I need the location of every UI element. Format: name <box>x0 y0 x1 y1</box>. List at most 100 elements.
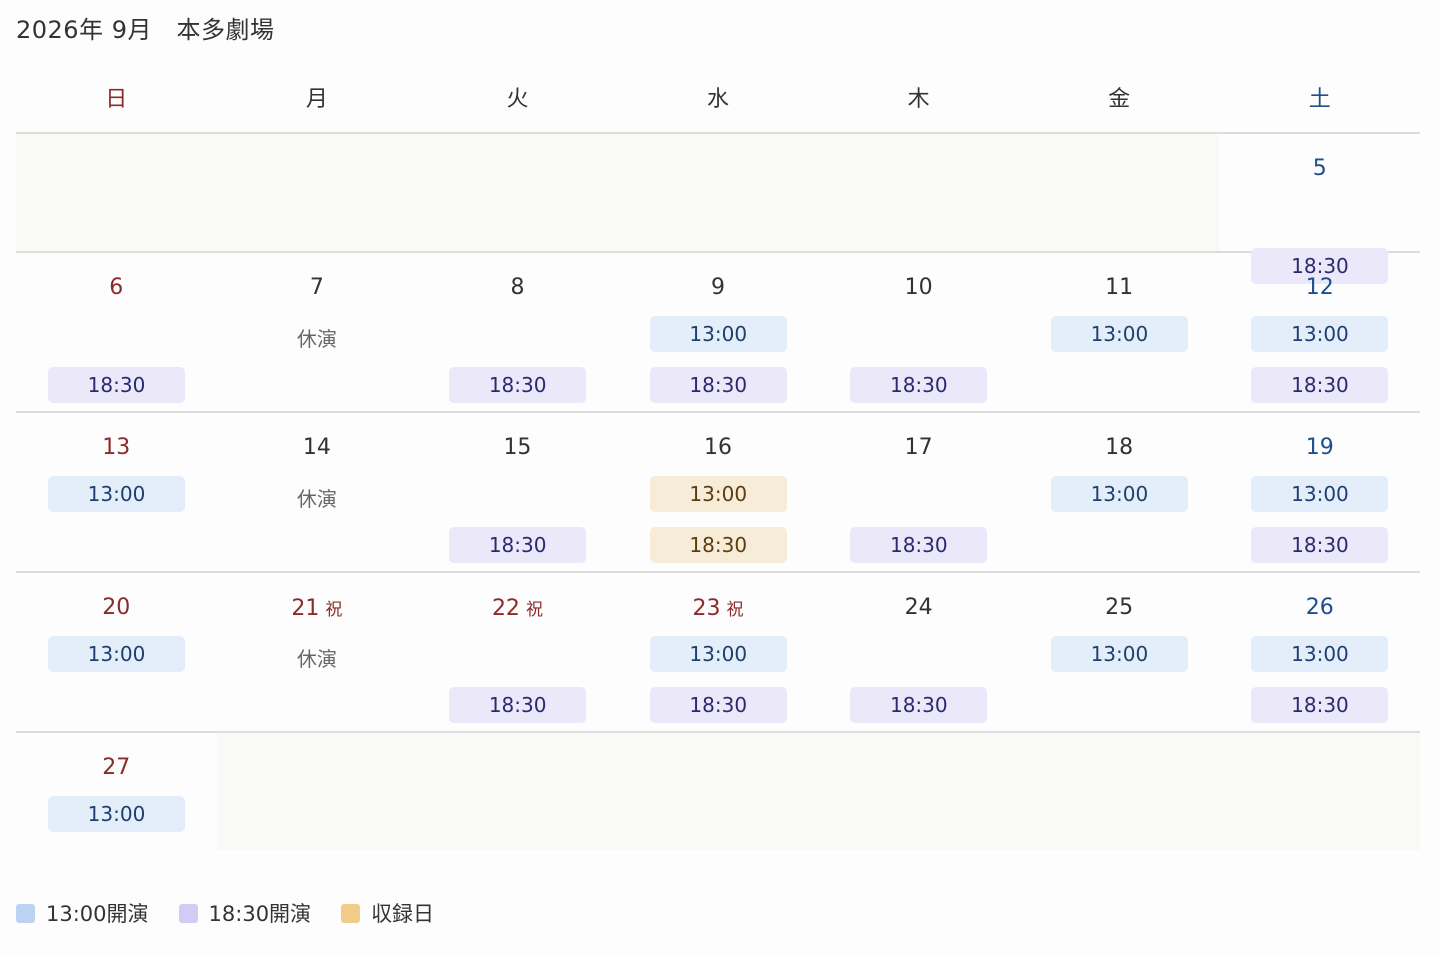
holiday-mark: 祝 <box>525 600 543 620</box>
performance-slot[interactable]: 18:30 <box>850 527 988 563</box>
day-number-text: 25 <box>1105 595 1134 620</box>
performance-slot[interactable]: 18:30 <box>1251 687 1389 723</box>
day-number-text: 14 <box>302 435 331 460</box>
empty-day-cell <box>1018 733 1220 850</box>
day-cell: 5 18:30 <box>1219 134 1420 284</box>
day-number-text: 13 <box>102 435 131 460</box>
performance-slot[interactable]: 13:00 <box>1251 636 1389 672</box>
day-cell: 22 祝 18:30 <box>417 573 618 731</box>
day-number-text: 21 <box>291 596 320 621</box>
performance-slot[interactable]: 13:00 <box>1251 476 1389 512</box>
day-number-text: 6 <box>109 275 124 300</box>
performance-slot[interactable]: 13:00 <box>48 636 185 672</box>
performance-slot[interactable]: 13:00 <box>1251 316 1389 352</box>
performance-slot[interactable]: 18:30 <box>649 687 787 723</box>
performance-slot[interactable]: 18:30 <box>649 367 787 403</box>
day-number-text: 22 <box>491 596 520 621</box>
day-number: 17 <box>818 435 1019 460</box>
performance-slot[interactable]: 18:30 <box>850 687 988 723</box>
day-cell: 11 13:00 <box>1019 253 1220 411</box>
weekday-header: 日月火水木金土 <box>16 66 1420 134</box>
closed-label: 休演 <box>296 647 337 671</box>
day-number: 27 <box>16 755 217 780</box>
performance-slot[interactable]: 18:30 <box>1251 527 1389 563</box>
empty-day-cell <box>216 134 418 251</box>
empty-day-cell <box>617 134 819 251</box>
day-cell: 14 休演 <box>217 413 418 571</box>
day-number: 7 <box>217 275 418 300</box>
performance-slot[interactable]: 18:30 <box>649 527 787 563</box>
day-number: 21 祝 <box>217 595 418 621</box>
day-cell: 23 祝 13:00 18:30 <box>618 573 819 731</box>
day-cell: 26 13:00 18:30 <box>1219 573 1420 731</box>
day-number-text: 18 <box>1105 435 1134 460</box>
day-number-text: 16 <box>704 435 733 460</box>
calendar-weeks: 5 18:30 6 18:30 7 休演 8 18:30 9 13:00 18:30 10 18:30 1… <box>16 134 1421 850</box>
day-number-text: 27 <box>102 755 131 780</box>
performance-slot[interactable]: 18:30 <box>1251 367 1389 403</box>
day-number-text: 20 <box>102 595 131 620</box>
empty-day-cell <box>417 733 618 850</box>
day-cell: 8 18:30 <box>417 253 618 411</box>
performance-slot[interactable]: 18:30 <box>850 367 988 403</box>
day-number: 24 <box>818 595 1019 620</box>
performance-slot[interactable]: 13:00 <box>649 636 787 672</box>
legend-label: 18:30開演 <box>208 902 312 926</box>
day-cell: 16 13:00 18:30 <box>618 413 819 571</box>
legend-swatch <box>16 903 35 923</box>
performance-slot[interactable]: 13:00 <box>1050 316 1188 352</box>
day-cell: 25 13:00 <box>1019 573 1220 731</box>
day-number-text: 24 <box>904 595 933 620</box>
legend: 13:00開演 18:30開演 収録日 <box>16 898 434 928</box>
legend-swatch <box>178 903 198 923</box>
performance-slot[interactable]: 18:30 <box>449 367 587 403</box>
performance-slot[interactable]: 13:00 <box>1050 476 1188 512</box>
weekday-label: 火 <box>506 87 529 112</box>
day-cell: 18 13:00 <box>1019 413 1220 571</box>
day-number: 8 <box>417 275 618 300</box>
day-cell: 19 13:00 18:30 <box>1219 413 1420 571</box>
performance-slot[interactable]: 13:00 <box>649 316 787 352</box>
day-cell: 17 18:30 <box>818 413 1019 571</box>
weekday-label: 日 <box>105 87 128 112</box>
day-number-text: 8 <box>510 275 525 300</box>
holiday-mark: 祝 <box>726 600 744 620</box>
day-number: 19 <box>1219 435 1420 460</box>
empty-day-cell <box>818 134 1019 251</box>
empty-day-cell <box>818 733 1019 850</box>
performance-slot[interactable]: 13:00 <box>48 476 185 512</box>
performance-slot[interactable]: 18:30 <box>48 367 185 403</box>
day-number: 23 祝 <box>618 595 819 621</box>
empty-day-cell <box>417 134 618 251</box>
closed-label: 休演 <box>296 487 337 511</box>
day-number: 20 <box>16 595 217 620</box>
performance-slot[interactable]: 18:30 <box>449 687 587 723</box>
day-number: 12 <box>1219 275 1420 300</box>
day-cell: 12 13:00 18:30 <box>1219 253 1420 411</box>
empty-day-cell <box>216 733 418 850</box>
day-number: 18 <box>1019 435 1220 460</box>
day-number: 6 <box>16 275 217 300</box>
day-cell: 10 18:30 <box>818 253 1019 411</box>
day-number: 9 <box>618 275 819 300</box>
day-number: 14 <box>217 435 418 460</box>
day-number: 16 <box>618 435 819 460</box>
performance-slot[interactable]: 13:00 <box>649 476 787 512</box>
performance-slot[interactable]: 13:00 <box>48 796 185 832</box>
day-number: 22 祝 <box>417 595 618 621</box>
day-number-text: 17 <box>904 435 933 460</box>
performance-slot[interactable]: 13:00 <box>1050 636 1188 672</box>
empty-day-cell <box>1018 134 1220 251</box>
week-row: 27 13:00 <box>16 733 1421 850</box>
page-title: 2026年 9月 本多劇場 <box>16 16 275 44</box>
day-cell: 9 13:00 18:30 <box>618 253 819 411</box>
day-cell: 13 13:00 <box>16 413 217 571</box>
week-row: 5 18:30 <box>16 134 1420 284</box>
day-cell: 27 13:00 <box>16 733 217 850</box>
week-row: 6 18:30 7 休演 8 18:30 9 13:00 18:30 10 18:30 11 13:00… <box>16 253 1420 413</box>
day-number-text: 23 <box>692 596 721 621</box>
week-row: 20 13:00 21 祝休演 22 祝 18:30 23 祝 13:00 18:30 24 18:30… <box>16 573 1420 733</box>
performance-slot[interactable]: 18:30 <box>449 527 587 563</box>
legend-item: 18:30開演 <box>178 898 312 928</box>
day-number-text: 26 <box>1305 595 1334 620</box>
